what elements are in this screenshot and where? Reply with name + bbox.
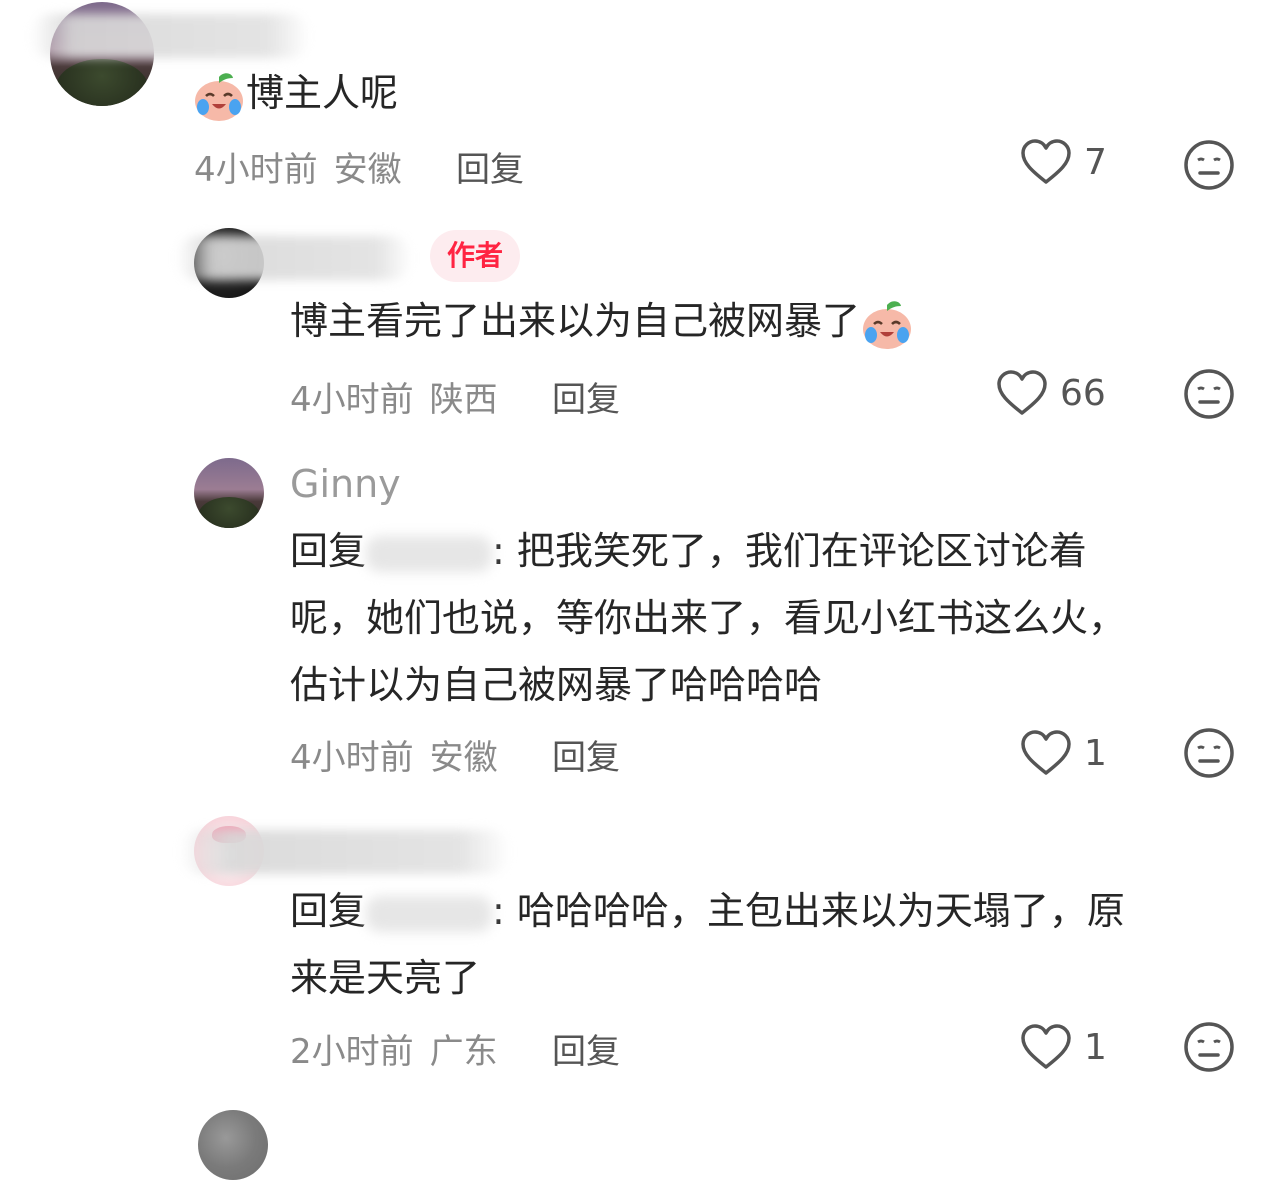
like-button[interactable]: 7 bbox=[1020, 138, 1107, 186]
comment-content[interactable]: 回复: 把我笑死了，我们在评论区讨论着 呢，她们也说，等你出来了，看见小红书这么… bbox=[290, 518, 1126, 719]
crying-laughing-peach-icon bbox=[860, 297, 914, 351]
like-count: 1 bbox=[1084, 1026, 1107, 1068]
comment-time: 4小时前 bbox=[194, 150, 318, 190]
author-badge: 作者 bbox=[430, 230, 521, 282]
comment-meta: 4小时前 安徽 bbox=[290, 730, 498, 779]
comment-content[interactable]: 回复: 哈哈哈哈，主包出来以为天塌了，原 来是天亮了 bbox=[290, 878, 1125, 1012]
like-button[interactable]: 1 bbox=[1020, 729, 1107, 777]
comment-time: 4小时前 bbox=[290, 738, 414, 778]
reply-button[interactable]: 回复 bbox=[552, 1024, 620, 1073]
username-blurred[interactable] bbox=[30, 14, 310, 58]
comment-location: 陕西 bbox=[429, 380, 498, 420]
comment-time: 4小时前 bbox=[290, 380, 414, 420]
heart-outline-icon bbox=[996, 369, 1048, 417]
like-button[interactable]: 1 bbox=[1020, 1023, 1107, 1071]
comment-location: 安徽 bbox=[429, 738, 498, 778]
comment-meta: 2小时前 广东 bbox=[290, 1024, 498, 1073]
like-count: 66 bbox=[1060, 372, 1106, 414]
avatar[interactable] bbox=[194, 458, 264, 528]
meh-face-icon[interactable] bbox=[1183, 1021, 1235, 1073]
comment-time: 2小时前 bbox=[290, 1032, 414, 1072]
like-count: 1 bbox=[1084, 732, 1107, 774]
comment-meta: 4小时前 安徽 bbox=[194, 142, 402, 191]
comment-location: 广东 bbox=[429, 1032, 498, 1072]
heart-outline-icon bbox=[1020, 729, 1072, 777]
comment-content[interactable]: 博主人呢 bbox=[192, 60, 398, 127]
mentioned-user-blurred[interactable] bbox=[366, 895, 493, 932]
crying-laughing-peach-icon bbox=[192, 69, 246, 123]
meh-face-icon[interactable] bbox=[1183, 727, 1235, 779]
heart-outline-icon bbox=[1020, 138, 1072, 186]
heart-outline-icon bbox=[1020, 1023, 1072, 1071]
mentioned-user-blurred[interactable] bbox=[366, 535, 493, 572]
username-blurred[interactable] bbox=[180, 830, 510, 874]
reply-button[interactable]: 回复 bbox=[456, 142, 524, 191]
like-count: 7 bbox=[1084, 141, 1107, 183]
username-blurred[interactable] bbox=[176, 236, 412, 280]
username[interactable]: Ginny bbox=[290, 462, 401, 506]
comment-meta: 4小时前 陕西 bbox=[290, 372, 498, 421]
comment-location: 安徽 bbox=[333, 150, 402, 190]
like-button[interactable]: 66 bbox=[996, 369, 1106, 417]
reply-button[interactable]: 回复 bbox=[552, 372, 620, 421]
reply-button[interactable]: 回复 bbox=[552, 730, 620, 779]
comment-content[interactable]: 博主看完了出来以为自己被网暴了 bbox=[290, 288, 914, 355]
meh-face-icon[interactable] bbox=[1183, 139, 1235, 191]
meh-face-icon[interactable] bbox=[1183, 368, 1235, 420]
